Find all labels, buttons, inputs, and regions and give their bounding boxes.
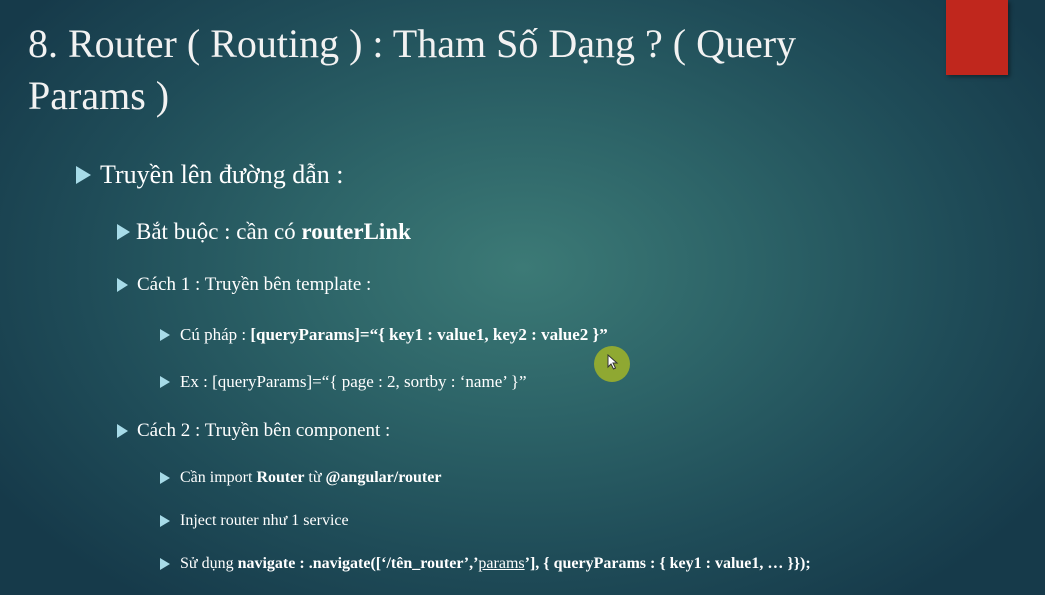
bullet-way-2: Cách 2 : Truyền bên component : (117, 420, 390, 442)
triangle-bullet-icon (160, 558, 170, 570)
bullet-text: Inject router như 1 service (180, 512, 349, 529)
triangle-bullet-icon (160, 376, 170, 388)
bullet-example: Ex : [queryParams]=“{ page : 2, sortby :… (160, 372, 527, 392)
bullet-text: Bắt buộc : cần có routerLink (136, 219, 411, 245)
bullet-import: Cần import Router từ @angular/router (160, 469, 441, 487)
slide-title: 8. Router ( Routing ) : Tham Số Dạng ? (… (28, 21, 797, 118)
text-mid: từ (304, 469, 326, 486)
triangle-bullet-icon (160, 472, 170, 484)
text-bold: @angular/router (325, 469, 442, 486)
bullet-text: Cách 2 : Truyền bên component : (137, 420, 391, 441)
bullet-inject: Inject router như 1 service (160, 512, 349, 530)
bullet-syntax: Cú pháp : [queryParams]=“{ key1 : value1… (160, 325, 608, 345)
red-accent-block (946, 0, 1008, 75)
text-bold: : .navigate([‘/tên_router’,’ (295, 555, 479, 572)
text-bold: ’], { queryParams : { key1 : value1, … }… (524, 555, 811, 572)
text-prefix: Sử dụng (180, 555, 238, 572)
text-bold: Router (256, 469, 305, 486)
bullet-text: Cần import Router từ @angular/router (180, 469, 441, 487)
bullet-upload-path: Truyền lên đường dẫn : (76, 160, 344, 190)
triangle-bullet-icon (76, 166, 91, 184)
bullet-required: Bắt buộc : cần có routerLink (117, 219, 411, 245)
text-prefix: Cú pháp : (180, 325, 251, 344)
triangle-bullet-icon (160, 515, 170, 527)
triangle-bullet-icon (117, 278, 128, 292)
text-underlined: params (478, 555, 525, 572)
text-prefix: Cần import (180, 469, 257, 486)
triangle-bullet-icon (160, 329, 170, 341)
bullet-way-1: Cách 1 : Truyền bên template : (117, 274, 371, 296)
bullet-text: Ex : [queryParams]=“{ page : 2, sortby :… (180, 372, 527, 391)
bullet-usage: Sử dụng navigate : .navigate([‘/tên_rout… (160, 555, 811, 573)
text-bold: routerLink (301, 219, 411, 244)
presentation-slide: 8. Router ( Routing ) : Tham Số Dạng ? (… (0, 0, 1045, 595)
triangle-bullet-icon (117, 424, 128, 438)
text-bold: [queryParams]=“{ key1 : value1, key2 : v… (250, 325, 608, 344)
triangle-bullet-icon (117, 224, 130, 240)
bullet-text: Truyền lên đường dẫn : (100, 160, 344, 189)
mouse-cursor-icon (607, 354, 619, 370)
text-prefix: Bắt buộc : cần có (136, 219, 302, 244)
bullet-text: Cú pháp : [queryParams]=“{ key1 : value1… (180, 325, 608, 345)
bullet-text: Cách 1 : Truyền bên template : (137, 274, 372, 295)
text-bold: navigate (237, 555, 296, 572)
bullet-text: Sử dụng navigate : .navigate([‘/tên_rout… (180, 555, 811, 573)
